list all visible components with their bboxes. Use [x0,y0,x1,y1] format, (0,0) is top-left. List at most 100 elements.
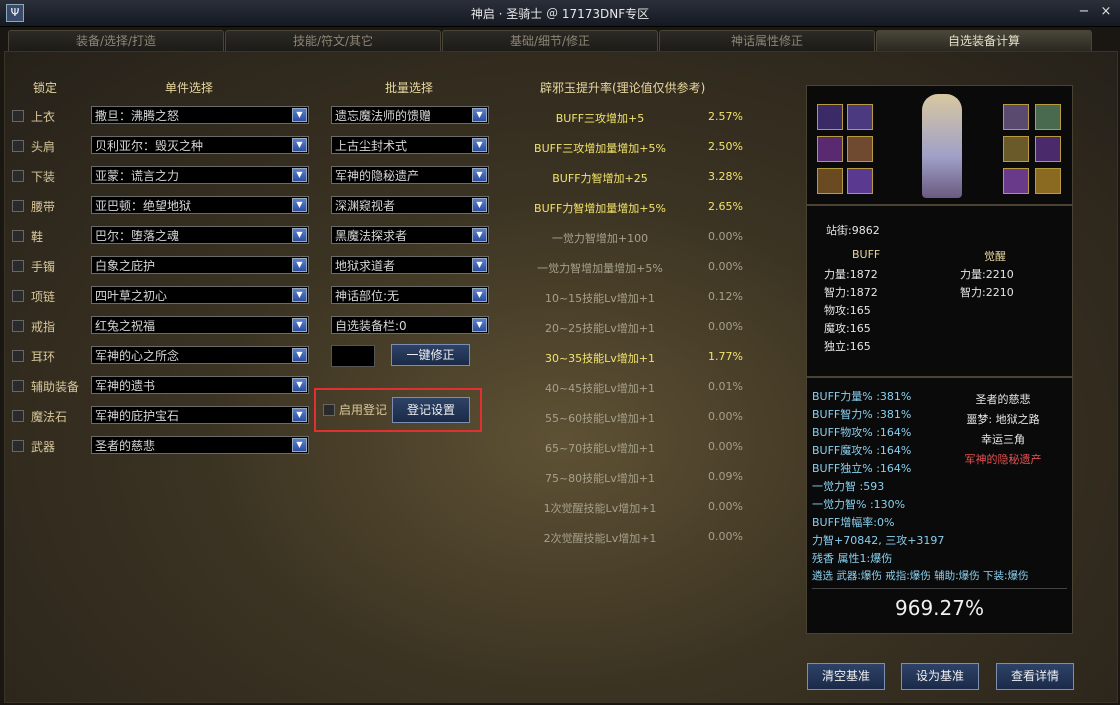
lock-checkbox[interactable] [12,110,24,122]
chevron-down-icon[interactable]: ▼ [292,318,307,332]
close-button[interactable]: × [1098,5,1114,19]
lock-row[interactable]: 项链 [12,287,92,305]
slot-label: 魔法石 [31,410,68,424]
single-item-select[interactable]: 红兔之祝福 ▼ [91,316,309,334]
lock-checkbox[interactable] [12,260,24,272]
single-item-select[interactable]: 撒旦：沸腾之怒 ▼ [91,106,309,124]
batch-select[interactable]: 军神的隐秘遗产 ▼ [331,166,489,184]
chevron-down-icon[interactable]: ▼ [472,258,487,272]
lock-checkbox[interactable] [12,200,24,212]
chevron-down-icon[interactable]: ▼ [292,228,307,242]
lock-row[interactable]: 戒指 [12,317,92,335]
batch-select[interactable]: 深渊窥视者 ▼ [331,196,489,214]
single-item-select[interactable]: 四叶草之初心 ▼ [91,286,309,304]
detail-sum: 力智+70842, 三攻+3197 [812,534,945,547]
equip-slot-icon[interactable] [817,168,843,194]
lock-checkbox[interactable] [12,230,24,242]
single-item-select[interactable]: 巴尔：堕落之魂 ▼ [91,226,309,244]
register-settings-button[interactable]: 登记设置 [392,397,470,423]
lock-checkbox[interactable] [12,380,24,392]
batch-select[interactable]: 地狱求道者 ▼ [331,256,489,274]
chevron-down-icon[interactable]: ▼ [292,378,307,392]
slot-label: 下装 [31,170,56,184]
equip-slot-icon[interactable] [1003,136,1029,162]
view-details-button[interactable]: 查看详情 [996,663,1074,690]
batch-select[interactable]: 上古尘封术式 ▼ [331,136,489,154]
tab-custom-calc[interactable]: 自选装备计算 [876,30,1092,51]
lock-row[interactable]: 手镯 [12,257,92,275]
equip-slot-icon[interactable] [817,104,843,130]
single-item-select[interactable]: 军神的遗书 ▼ [91,376,309,394]
equip-slot-icon[interactable] [1003,104,1029,130]
lock-row[interactable]: 鞋 [12,227,92,245]
clear-baseline-button[interactable]: 清空基准 [807,663,885,690]
single-item-select[interactable]: 军神的心之所念 ▼ [91,346,309,364]
chevron-down-icon[interactable]: ▼ [292,408,307,422]
equip-slot-icon[interactable] [1003,168,1029,194]
single-item-select[interactable]: 白象之庇护 ▼ [91,256,309,274]
register-checkbox[interactable] [323,404,335,416]
lock-row[interactable]: 武器 [12,437,92,455]
single-item-select[interactable]: 军神的庇护宝石 ▼ [91,406,309,424]
batch-select[interactable]: 黑魔法探求者 ▼ [331,226,489,244]
chevron-down-icon[interactable]: ▼ [472,138,487,152]
chevron-down-icon[interactable]: ▼ [292,138,307,152]
equip-slot-icon[interactable] [1035,136,1061,162]
single-item-select[interactable]: 亚巴顿：绝望地狱 ▼ [91,196,309,214]
chevron-down-icon[interactable]: ▼ [292,108,307,122]
equip-slot-icon[interactable] [1035,104,1061,130]
lock-checkbox[interactable] [12,440,24,452]
chevron-down-icon[interactable]: ▼ [472,198,487,212]
lock-checkbox[interactable] [12,170,24,182]
tab-myth[interactable]: 神话属性修正 [659,30,875,51]
single-item-select[interactable]: 贝利亚尔：毁灭之种 ▼ [91,136,309,154]
lock-checkbox[interactable] [12,290,24,302]
chevron-down-icon[interactable]: ▼ [292,168,307,182]
chevron-down-icon[interactable]: ▼ [472,288,487,302]
equip-slot-icon[interactable] [847,168,873,194]
set-name: 幸运三角 [981,433,1025,446]
single-item-select[interactable]: 圣者的慈悲 ▼ [91,436,309,454]
equip-slot-icon[interactable] [847,136,873,162]
lock-checkbox[interactable] [12,140,24,152]
chevron-down-icon[interactable]: ▼ [472,168,487,182]
chevron-down-icon[interactable]: ▼ [472,318,487,332]
tab-skills[interactable]: 技能/符文/其它 [225,30,441,51]
lock-checkbox[interactable] [12,410,24,422]
single-item-select[interactable]: 亚蒙：谎言之力 ▼ [91,166,309,184]
rate-value: 1.77% [708,350,743,363]
chevron-down-icon[interactable]: ▼ [292,438,307,452]
lock-checkbox[interactable] [12,320,24,332]
chevron-down-icon[interactable]: ▼ [292,258,307,272]
lock-row[interactable]: 腰带 [12,197,92,215]
lock-row[interactable]: 头肩 [12,137,92,155]
lock-row[interactable]: 魔法石 [12,407,92,425]
chevron-down-icon[interactable]: ▼ [292,198,307,212]
equip-slot-icon[interactable] [1035,168,1061,194]
lock-row[interactable]: 下装 [12,167,92,185]
lock-checkbox[interactable] [12,350,24,362]
value-input[interactable] [331,345,375,367]
slot-label: 头肩 [31,140,56,154]
chevron-down-icon[interactable]: ▼ [472,108,487,122]
one-key-fix-button[interactable]: 一键修正 [391,344,470,366]
select-value: 亚巴顿：绝望地狱 [95,199,192,213]
lock-row[interactable]: 耳环 [12,347,92,365]
myth-slot-select[interactable]: 神话部位:无 ▼ [331,286,489,304]
chevron-down-icon[interactable]: ▼ [472,228,487,242]
batch-select[interactable]: 遗忘魔法师的馈赠 ▼ [331,106,489,124]
tab-equipment[interactable]: 装备/选择/打造 [8,30,224,51]
equip-slot-icon[interactable] [847,104,873,130]
chevron-down-icon[interactable]: ▼ [292,288,307,302]
rate-name: 一觉力智增加+100 [551,232,649,245]
rate-row: 30~35技能Lv增加+1 1.77% [510,350,750,368]
lock-row[interactable]: 上衣 [12,107,92,125]
chevron-down-icon[interactable]: ▼ [292,348,307,362]
equip-slot-icon[interactable] [817,136,843,162]
lock-row[interactable]: 辅助装备 [12,377,92,395]
minimize-button[interactable]: − [1076,5,1092,19]
set-baseline-button[interactable]: 设为基准 [901,663,979,690]
tab-basics[interactable]: 基础/细节/修正 [442,30,658,51]
select-value: 四叶草之初心 [95,289,168,303]
custom-slot-select[interactable]: 自选装备栏:0 ▼ [331,316,489,334]
